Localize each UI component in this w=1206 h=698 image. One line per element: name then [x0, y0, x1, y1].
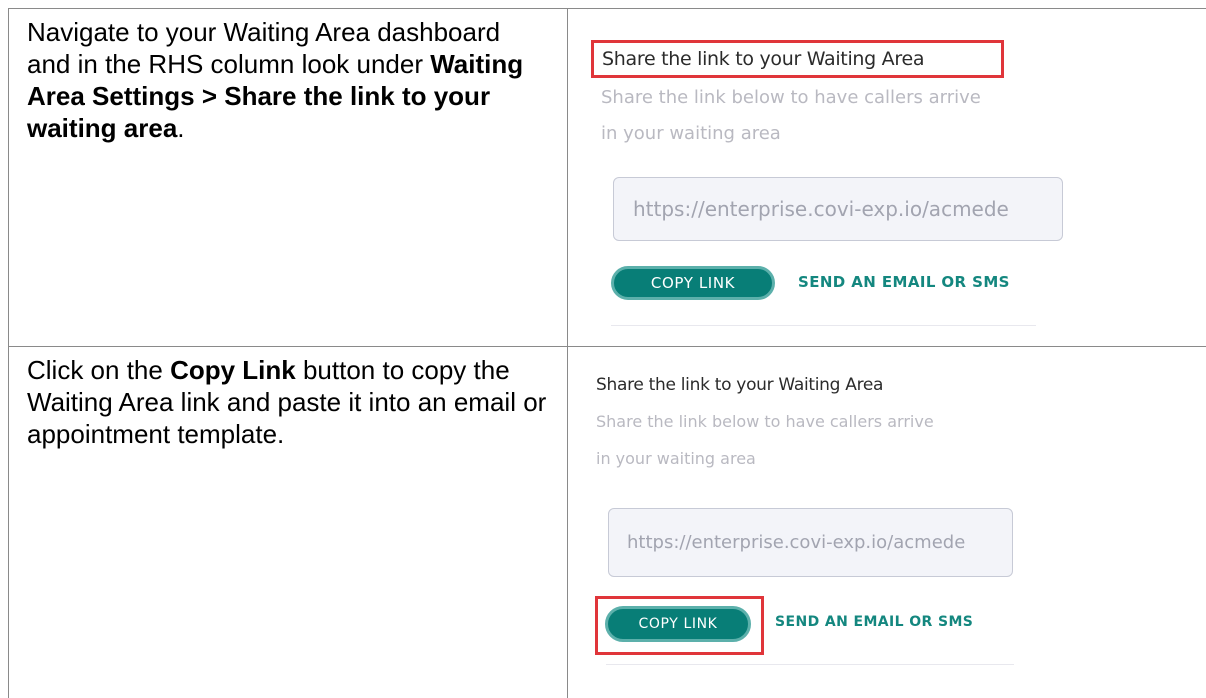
panel-title: Share the link to your Waiting Area — [596, 375, 883, 395]
panel-description: Share the link below to have callers arr… — [601, 87, 981, 108]
waiting-area-link-field[interactable]: https://enterprise.covi-exp.io/acmede — [608, 508, 1013, 577]
panel-description: Share the link below to have callers arr… — [596, 412, 934, 431]
instruction-cell: Click on the Copy Link button to copy th… — [9, 347, 568, 698]
highlight-box — [591, 40, 1004, 78]
link-value: https://enterprise.covi-exp.io/acmede — [633, 197, 1009, 221]
instruction-text: Navigate to your Waiting Area dashboard … — [9, 9, 567, 144]
instruction-text: Click on the Copy Link button to copy th… — [9, 347, 567, 450]
link-value: https://enterprise.covi-exp.io/acmede — [627, 532, 965, 553]
instruction-text-part: . — [177, 113, 184, 143]
send-email-sms-link[interactable]: SEND AN EMAIL OR SMS — [798, 273, 1010, 291]
panel-description: in your waiting area — [596, 449, 756, 468]
divider — [611, 325, 1036, 326]
waiting-area-link-field[interactable]: https://enterprise.covi-exp.io/acmede — [613, 177, 1063, 241]
instruction-text-part: Click on the — [27, 355, 170, 385]
highlight-box — [595, 596, 764, 655]
instruction-table: Navigate to your Waiting Area dashboard … — [8, 8, 1206, 698]
instruction-cell: Navigate to your Waiting Area dashboard … — [9, 9, 568, 347]
divider — [606, 664, 1014, 665]
copy-link-button[interactable]: COPY LINK — [611, 266, 775, 300]
send-email-sms-link[interactable]: SEND AN EMAIL OR SMS — [775, 614, 973, 630]
instruction-emphasis: Copy Link — [170, 355, 296, 385]
panel-description: in your waiting area — [601, 123, 781, 144]
